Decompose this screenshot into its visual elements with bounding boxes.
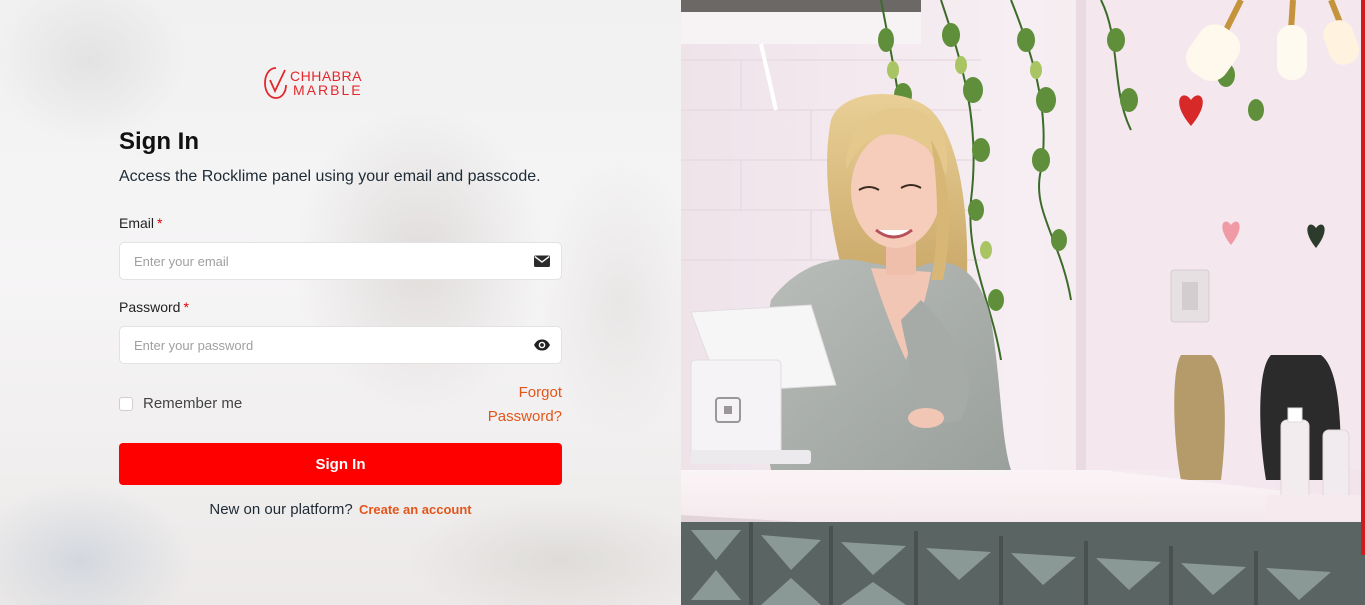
brand-mark-icon [264, 67, 287, 99]
forgot-password-link[interactable]: Forgot Password? [472, 381, 562, 429]
signup-prompt-row: New on our platform? Create an account [119, 501, 562, 518]
hero-image [681, 0, 1365, 605]
email-label: Email * [119, 215, 162, 231]
forgot-password-line-1[interactable]: Forgot [472, 381, 562, 405]
brand-line-1: CHHABRA [290, 68, 362, 84]
remember-me-checkbox[interactable] [119, 396, 133, 411]
page-title: Sign In [119, 128, 199, 155]
password-label: Password * [119, 299, 189, 315]
envelope-icon [534, 255, 550, 267]
signup-prompt: New on our platform? [209, 501, 353, 518]
hero-photo-illustration [681, 0, 1365, 605]
login-page: CHHABRA MARBLE Sign In Access the Rockli… [0, 0, 1365, 605]
forgot-password-line-2[interactable]: Password? [472, 405, 562, 429]
remember-me[interactable]: Remember me [119, 395, 242, 412]
eye-icon[interactable] [533, 337, 551, 353]
create-account-link[interactable]: Create an account [359, 502, 472, 517]
password-required-marker: * [183, 299, 189, 315]
email-label-text: Email [119, 215, 155, 231]
password-input[interactable] [120, 327, 534, 363]
remember-me-label[interactable]: Remember me [143, 395, 242, 412]
email-input[interactable] [120, 243, 534, 279]
password-label-text: Password [119, 299, 181, 315]
brand-line-2: MARBLE [293, 82, 363, 98]
email-input-wrapper [119, 242, 562, 280]
sign-in-button[interactable]: Sign In [119, 443, 562, 485]
email-required-marker: * [157, 215, 163, 231]
password-input-wrapper [119, 326, 562, 364]
sign-in-panel: CHHABRA MARBLE Sign In Access the Rockli… [0, 0, 681, 605]
brand-logo: CHHABRA MARBLE [264, 66, 363, 100]
page-subtitle: Access the Rocklime panel using your ema… [119, 168, 541, 185]
